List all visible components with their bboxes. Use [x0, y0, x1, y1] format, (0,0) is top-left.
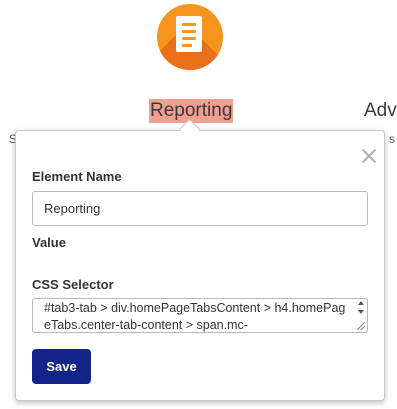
save-button[interactable]: Save	[32, 349, 91, 384]
background-text-right: s	[389, 132, 395, 146]
element-name-label: Element Name	[32, 169, 122, 184]
value-label: Value	[32, 235, 66, 250]
scroll-down-icon[interactable]	[358, 310, 364, 314]
tab-reporting[interactable]: Reporting	[149, 99, 234, 123]
resize-grip-icon[interactable]	[357, 322, 365, 330]
css-selector-field[interactable]: #tab3-tab > div.homePageTabsContent > h4…	[32, 298, 368, 333]
app-icon	[157, 4, 223, 70]
css-selector-text: #tab3-tab > div.homePageTabsContent > h4…	[44, 301, 346, 332]
element-name-field[interactable]: Reporting	[32, 191, 368, 226]
close-icon[interactable]	[360, 147, 378, 165]
document-icon	[176, 16, 202, 52]
tab-advanced[interactable]: Adv	[364, 99, 397, 123]
element-editor-popover: Element Name Reporting Value CSS Selecto…	[15, 130, 385, 401]
scroll-up-icon[interactable]	[358, 301, 364, 305]
css-selector-label: CSS Selector	[32, 277, 114, 292]
